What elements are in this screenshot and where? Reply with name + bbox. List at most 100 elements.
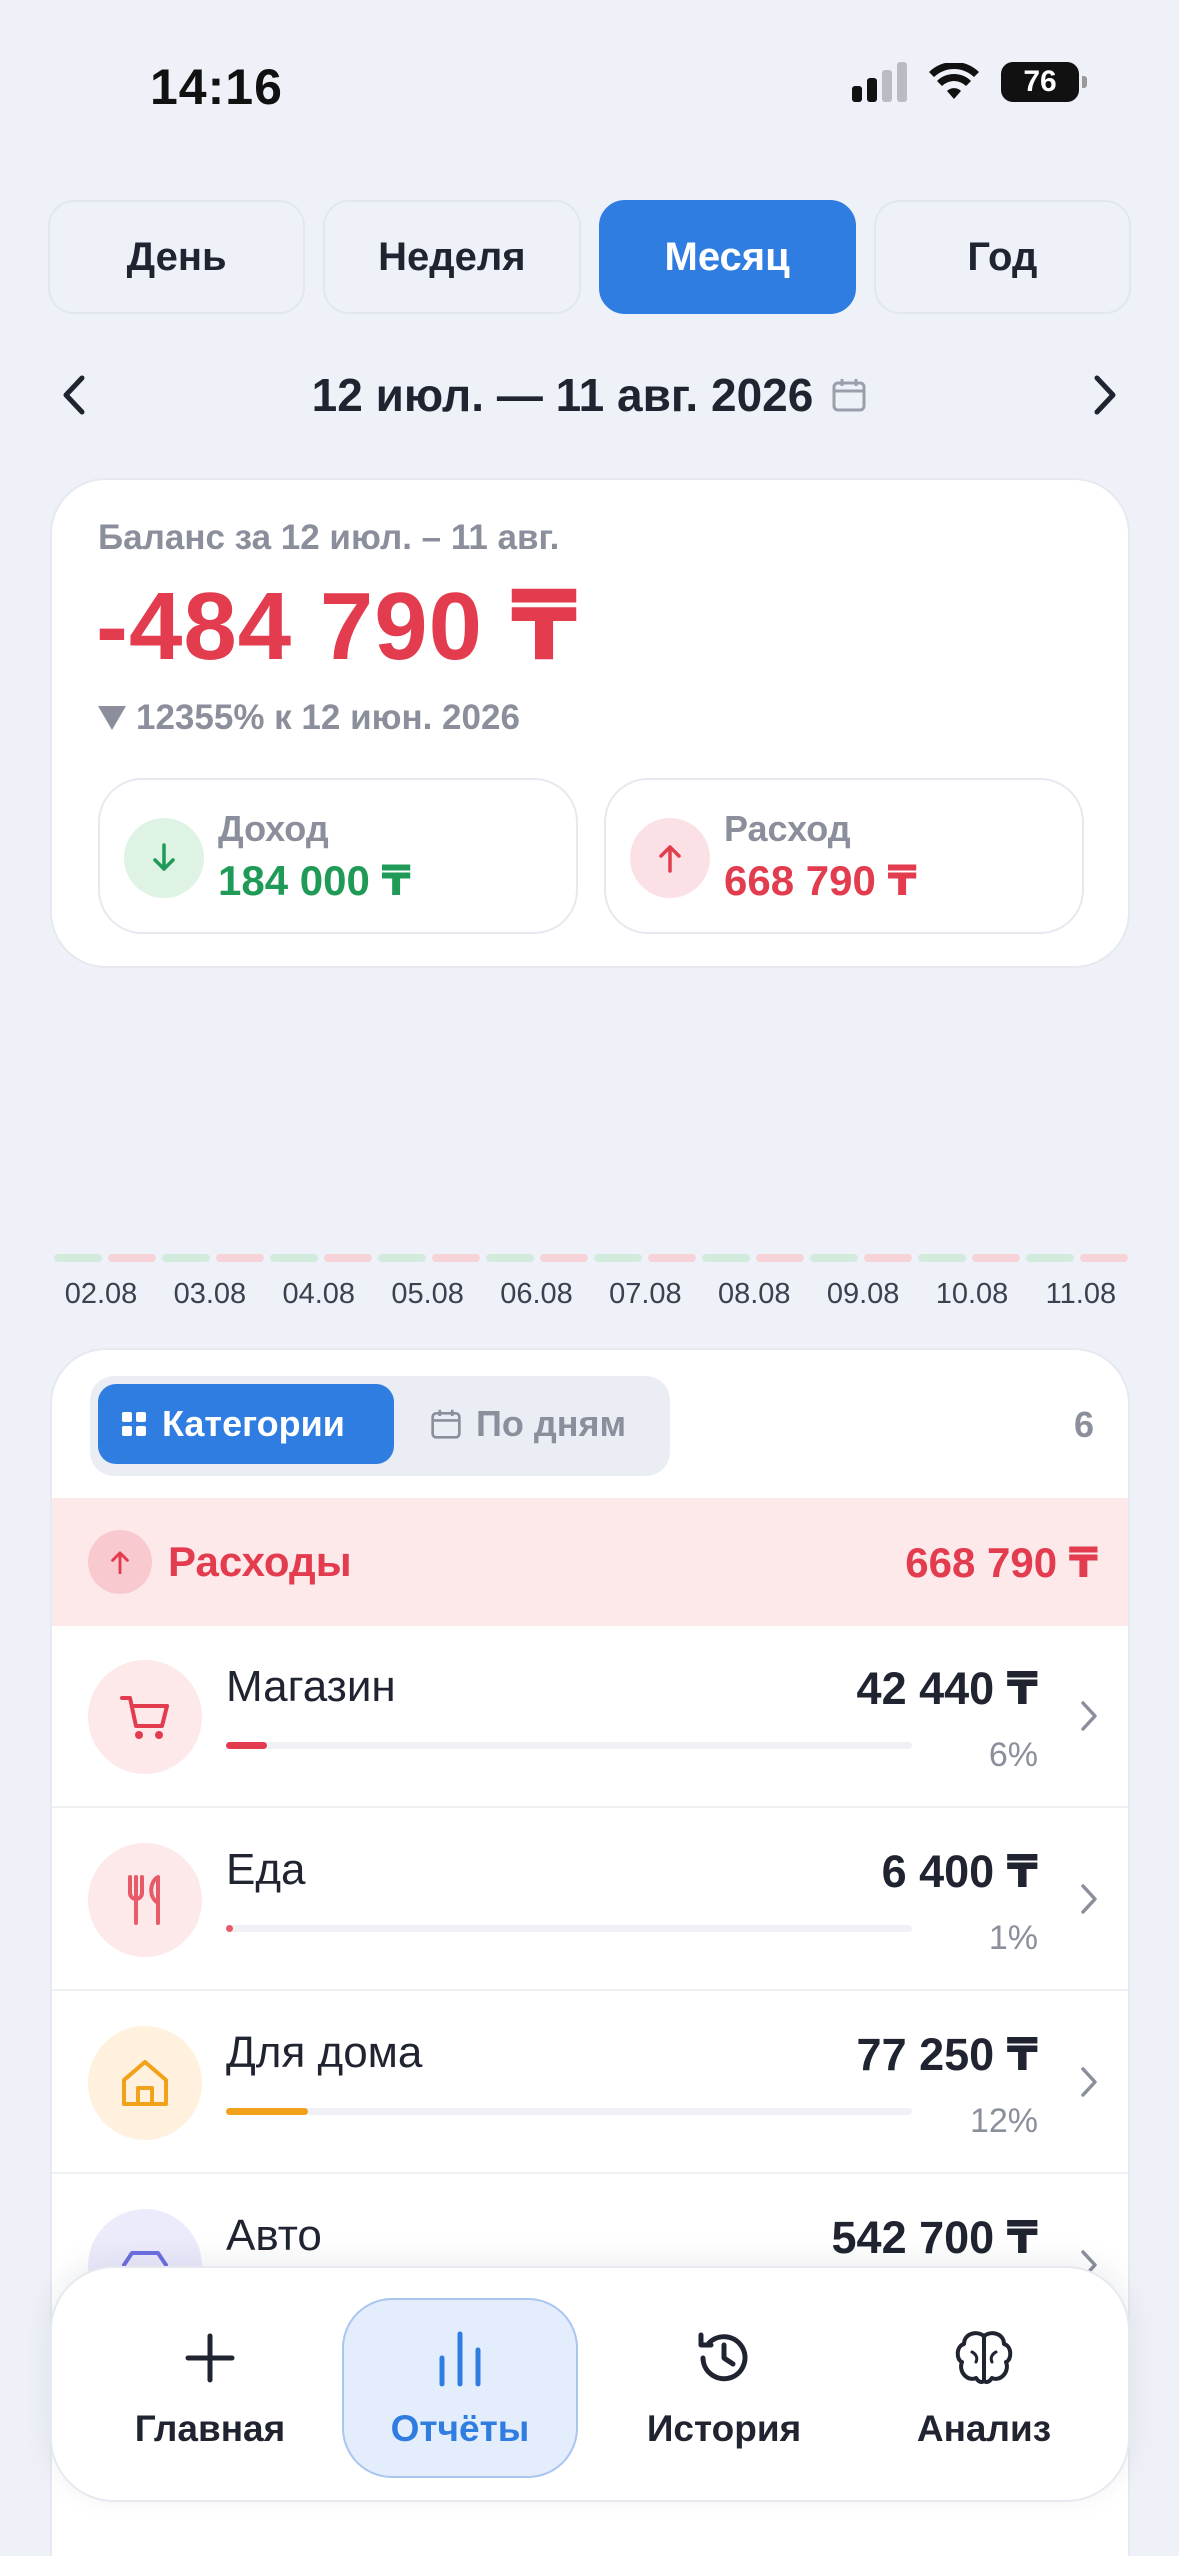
balance-caption: Баланс за 12 июл. – 11 авг. (98, 518, 560, 557)
grid-icon (122, 1412, 146, 1436)
nav-home[interactable]: Главная (92, 2298, 328, 2478)
category-progress-fill (226, 2108, 309, 2115)
calendar-icon (431, 1409, 461, 1439)
expense-value: 668 790 ₸ (724, 857, 917, 904)
plus-icon (178, 2326, 242, 2390)
status-indicators: 76 (852, 62, 1087, 102)
bar-chart-icon (428, 2326, 492, 2390)
timeline-segment (972, 1254, 1020, 1262)
timeline-date[interactable]: 07.08 (592, 1278, 698, 1311)
triangle-down-icon (98, 706, 126, 730)
timeline-strip (54, 1254, 1128, 1262)
timeline-segment (594, 1254, 642, 1262)
timeline-date[interactable]: 10.08 (919, 1278, 1025, 1311)
timeline-segment (702, 1254, 750, 1262)
timeline-segment (270, 1254, 318, 1262)
history-icon (692, 2326, 756, 2390)
by-days-view-button[interactable]: По дням (408, 1384, 648, 1464)
timeline-segment (1080, 1254, 1128, 1262)
tab-day[interactable]: День (48, 200, 306, 314)
chevron-right-icon (1081, 1884, 1097, 1914)
chevron-right-icon (1094, 375, 1116, 415)
timeline-date[interactable]: 05.08 (375, 1278, 481, 1311)
category-progress-track (226, 1742, 912, 1749)
timeline-date[interactable]: 08.08 (701, 1278, 807, 1311)
category-amount: 542 700 ₸ (831, 2212, 1038, 2263)
expenses-section-header[interactable]: Расходы 668 790 ₸ (52, 1498, 1128, 1626)
expense-label: Расход (724, 808, 851, 849)
date-range-label: 12 июл. — 11 авг. 2026 (311, 369, 814, 421)
house-icon (88, 2026, 202, 2140)
timeline-segment (486, 1254, 534, 1262)
status-bar: 14:16 76 (0, 0, 1179, 170)
timeline-segment (1026, 1254, 1074, 1262)
nav-home-label: Главная (134, 2408, 286, 2449)
previous-period-button[interactable] (48, 368, 98, 422)
timeline-segment (540, 1254, 588, 1262)
category-progress-track (226, 2108, 912, 2115)
timeline-segment (54, 1254, 102, 1262)
category-count: 6 (1073, 1404, 1094, 1445)
cellular-signal-icon (852, 62, 907, 102)
timeline-date[interactable]: 04.08 (266, 1278, 372, 1311)
timeline-segment (756, 1254, 804, 1262)
category-progress-fill (226, 1925, 233, 1932)
next-period-button[interactable] (1081, 368, 1131, 422)
category-row-food[interactable]: Еда 6 400 ₸ 1% (52, 1809, 1128, 1991)
tab-month[interactable]: Месяц (598, 200, 856, 314)
category-name: Авто (226, 2211, 322, 2260)
category-percent: 1% (988, 1919, 1038, 1957)
battery-level: 76 (1023, 65, 1057, 98)
view-toggle: Категории По дням (90, 1376, 670, 1476)
income-label: Доход (218, 808, 329, 849)
nav-reports[interactable]: Отчёты (342, 2298, 578, 2478)
wifi-icon (929, 63, 979, 99)
category-row-home[interactable]: Для дома 77 250 ₸ 12% (52, 1992, 1128, 2174)
timeline-segment (162, 1254, 210, 1262)
nav-history-label: История (646, 2408, 802, 2449)
category-percent: 12% (969, 2102, 1038, 2140)
category-amount: 77 250 ₸ (856, 2029, 1038, 2080)
expense-summary[interactable]: Расход 668 790 ₸ (604, 778, 1084, 934)
chevron-left-icon (63, 375, 85, 415)
balance-card: Баланс за 12 июл. – 11 авг. -484 790 ₸ 1… (50, 478, 1130, 968)
income-value: 184 000 ₸ (218, 857, 411, 904)
expenses-total: 668 790 ₸ (905, 1539, 1098, 1586)
timeline-segment (648, 1254, 696, 1262)
balance-value: -484 790 ₸ (96, 573, 579, 680)
timeline-segment (324, 1254, 372, 1262)
fork-knife-icon (88, 1843, 202, 1957)
period-tabs: День Неделя Месяц Год (48, 200, 1131, 314)
timeline-date[interactable]: 03.08 (157, 1278, 263, 1311)
timeline-segment (432, 1254, 480, 1262)
timeline-date[interactable]: 06.08 (484, 1278, 590, 1311)
tab-year[interactable]: Год (873, 200, 1131, 314)
nav-analysis-label: Анализ (916, 2408, 1052, 2449)
timeline-segment (918, 1254, 966, 1262)
category-name: Магазин (226, 1662, 396, 1711)
category-name: Еда (226, 1845, 306, 1894)
timeline-date[interactable]: 09.08 (810, 1278, 916, 1311)
income-summary[interactable]: Доход 184 000 ₸ (98, 778, 578, 934)
category-row-shop[interactable]: Магазин 42 440 ₸ 6% (52, 1626, 1128, 1808)
balance-delta: 12355% к 12 июн. 2026 (98, 698, 520, 738)
category-percent: 6% (988, 1736, 1038, 1774)
categories-view-button[interactable]: Категории (98, 1384, 394, 1464)
nav-reports-label: Отчёты (390, 2408, 530, 2449)
timeline-segment (378, 1254, 426, 1262)
balance-delta-text: 12355% к 12 июн. 2026 (136, 698, 520, 737)
category-progress-track (226, 1925, 912, 1932)
timeline-date[interactable]: 11.08 (1028, 1278, 1134, 1311)
bottom-navigation: Главная Отчёты История Анализ (50, 2266, 1130, 2502)
brain-icon (952, 2326, 1016, 2390)
nav-history[interactable]: История (606, 2298, 842, 2478)
chevron-right-icon (1081, 1701, 1097, 1731)
status-time: 14:16 (150, 59, 283, 115)
date-range-picker[interactable]: 12 июл. — 11 авг. 2026 (312, 368, 868, 422)
timeline-date[interactable]: 02.08 (48, 1278, 154, 1311)
chevron-right-icon (1081, 2067, 1097, 2097)
nav-analysis[interactable]: Анализ (866, 2298, 1102, 2478)
timeline-segment (108, 1254, 156, 1262)
tab-week[interactable]: Неделя (323, 200, 581, 314)
categories-view-label: Категории (162, 1403, 345, 1444)
